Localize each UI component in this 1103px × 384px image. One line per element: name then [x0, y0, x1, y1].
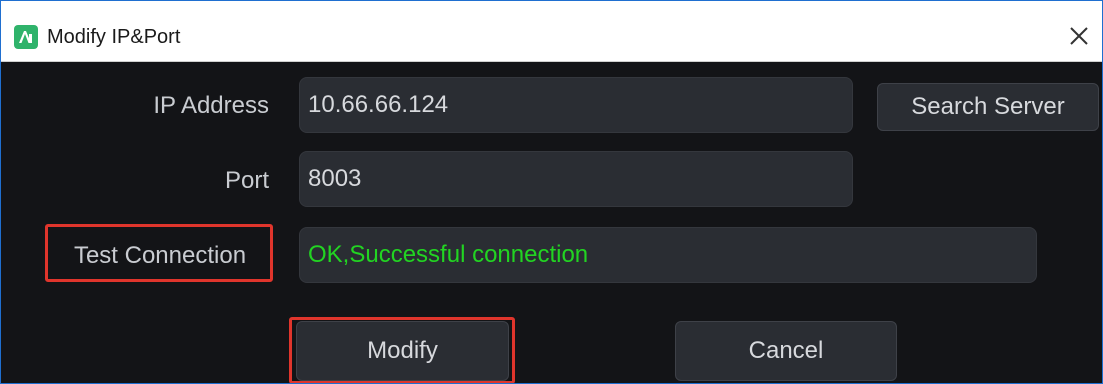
- ip-address-input[interactable]: 10.66.66.124: [299, 77, 853, 133]
- modify-highlight: [289, 317, 515, 383]
- close-icon[interactable]: [1062, 19, 1096, 53]
- app-logo-icon: [14, 25, 38, 49]
- modify-ip-port-dialog: Modify IP&Port IP Address 10.66.66.124 S…: [0, 0, 1103, 384]
- dialog-body: IP Address 10.66.66.124 Search Server Po…: [1, 62, 1102, 383]
- title-bar: Modify IP&Port: [1, 1, 1102, 62]
- test-connection-highlight: [45, 224, 273, 282]
- port-label: Port: [224, 167, 269, 194]
- port-input[interactable]: 8003: [299, 151, 853, 207]
- search-server-button[interactable]: Search Server: [877, 83, 1099, 131]
- window-title: Modify IP&Port: [47, 26, 181, 48]
- connection-status-field: OK,Successful connection: [299, 227, 1037, 283]
- ip-address-label: IP Address: [153, 92, 269, 119]
- cancel-button[interactable]: Cancel: [675, 321, 897, 381]
